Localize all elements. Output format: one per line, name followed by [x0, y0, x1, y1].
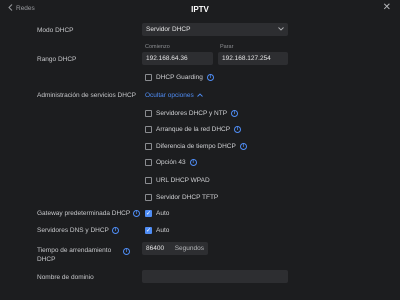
option-label: Arranque de la red DHCP — [156, 126, 231, 133]
range-end-value: 192.168.127.254 — [222, 55, 271, 62]
option-checkbox[interactable] — [145, 126, 152, 133]
info-icon[interactable]: i — [111, 227, 119, 234]
service-admin-label: Administración de servicios DHCP — [37, 92, 136, 99]
chevron-down-icon — [278, 26, 284, 33]
option-row: Diferencia de tiempo DHCP i — [145, 143, 247, 150]
info-icon[interactable]: i — [234, 126, 242, 133]
dns-label-row: Servidores DNS y DHCP i — [37, 227, 119, 234]
hide-options-label: Ocultar opciones — [145, 92, 194, 99]
dhcp-guarding-checkbox[interactable] — [145, 74, 152, 81]
option-label: Diferencia de tiempo DHCP — [156, 143, 236, 150]
gateway-label: Gateway predeterminada DHCP — [37, 210, 131, 217]
option-label: URL DHCP WPAD — [156, 177, 210, 184]
domain-label: Nombre de dominio — [37, 274, 94, 281]
range-start-value: 192.168.64.36 — [146, 55, 188, 62]
range-start-label: Comienzo — [145, 44, 170, 50]
domain-input[interactable] — [142, 270, 288, 283]
option-label: Servidor DHCP TFTP — [156, 194, 219, 201]
gateway-label-row: Gateway predeterminada DHCP i — [37, 210, 141, 217]
option-checkbox[interactable] — [145, 159, 152, 166]
gateway-auto-checkbox[interactable]: ✓ — [145, 210, 152, 217]
dns-label: Servidores DNS y DHCP — [37, 227, 109, 234]
option-row: Servidores DHCP y NTP i — [145, 110, 239, 117]
chevron-up-icon — [196, 92, 203, 99]
lease-value: 86400 — [146, 245, 165, 252]
option-checkbox[interactable] — [145, 194, 152, 201]
info-icon[interactable]: i — [123, 248, 130, 255]
option-label: Opción 43 — [156, 159, 186, 166]
option-checkbox[interactable] — [145, 143, 152, 150]
option-row: Servidor DHCP TFTP — [145, 194, 218, 201]
dns-auto-row: ✓ Auto — [145, 227, 169, 234]
range-start-input[interactable]: 192.168.64.36 — [142, 52, 213, 65]
range-end-label: Parar — [220, 44, 234, 50]
option-checkbox[interactable] — [145, 177, 152, 184]
range-end-input[interactable]: 192.168.127.254 — [218, 52, 288, 65]
info-icon[interactable]: i — [133, 210, 141, 217]
lease-label: Tiempo de arrendamiento DHCP — [37, 247, 112, 263]
close-icon[interactable]: ✕ — [383, 3, 391, 13]
option-label: Servidores DHCP y NTP — [156, 110, 228, 117]
option-row: URL DHCP WPAD — [145, 177, 210, 184]
dns-auto-label: Auto — [156, 227, 170, 234]
info-icon[interactable]: i — [239, 143, 247, 150]
dhcp-mode-select[interactable]: Servidor DHCP — [142, 23, 288, 36]
option-checkbox[interactable] — [145, 110, 152, 117]
lease-unit: Segundos — [174, 245, 204, 252]
dhcp-mode-label: Modo DHCP — [37, 27, 74, 34]
lease-input[interactable]: 86400 Segundos — [142, 242, 208, 255]
gateway-auto-label: Auto — [156, 210, 170, 217]
dhcp-guarding-label: DHCP Guarding — [156, 74, 203, 81]
dhcp-guarding-row: DHCP Guarding i — [145, 74, 214, 81]
dhcp-mode-value: Servidor DHCP — [146, 26, 191, 33]
page-title: IPTV — [191, 5, 209, 14]
hide-options-link[interactable]: Ocultar opciones — [145, 92, 203, 99]
info-icon[interactable]: i — [189, 159, 197, 166]
info-icon[interactable]: i — [231, 110, 239, 117]
info-icon[interactable]: i — [206, 74, 214, 81]
dns-auto-checkbox[interactable]: ✓ — [145, 227, 152, 234]
option-row: Arranque de la red DHCP i — [145, 126, 242, 133]
gateway-auto-row: ✓ Auto — [145, 210, 169, 217]
range-label: Rango DHCP — [37, 56, 77, 63]
option-row: Opción 43 i — [145, 159, 197, 166]
